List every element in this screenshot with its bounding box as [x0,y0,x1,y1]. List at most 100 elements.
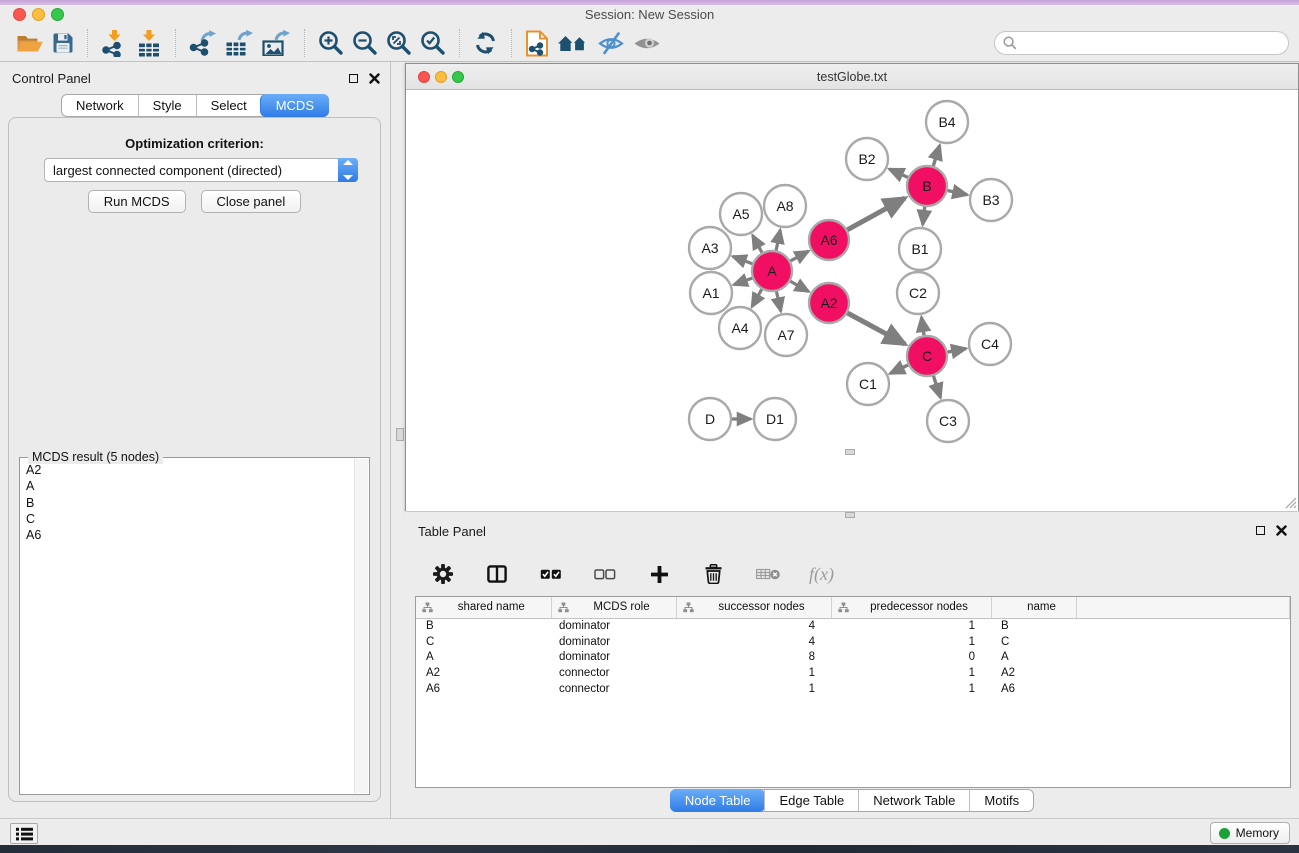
run-mcds-button[interactable]: Run MCDS [88,190,186,213]
tab-style[interactable]: Style [138,95,196,116]
tab-network[interactable]: Network [62,95,138,116]
tab-select[interactable]: Select [196,95,261,116]
graph-edge-A-A6[interactable] [790,251,808,261]
graph-node-D[interactable]: D [689,398,731,440]
delete-table-button[interactable] [752,557,785,591]
column-header[interactable]: shared name [416,597,551,618]
graph-node-A7[interactable]: A7 [765,314,807,356]
tab-mcds[interactable]: MCDS [260,94,329,117]
close-panel-button[interactable]: Close panel [201,190,302,213]
column-header[interactable]: predecessor nodes [831,597,991,618]
graph-edge-A-A3[interactable] [733,256,753,263]
memory-button[interactable]: Memory [1210,822,1290,844]
export-network-button[interactable] [185,26,221,60]
graph-node-A[interactable]: A [752,251,792,291]
graph-edge-C-C3[interactable] [933,376,940,398]
graph-node-B3[interactable]: B3 [970,179,1012,221]
graph-node-B4[interactable]: B4 [926,101,968,143]
graph-edge-A-A7[interactable] [776,292,780,312]
delete-column-button[interactable] [698,557,728,591]
task-history-button[interactable] [10,823,38,844]
graph-node-B[interactable]: B [907,166,947,206]
duplicate-network-button[interactable] [521,26,553,60]
first-neighbors-button[interactable] [553,26,593,60]
table-settings-button[interactable] [428,557,458,591]
list-item[interactable]: B [26,495,349,511]
graph-node-A8[interactable]: A8 [764,185,806,227]
zoom-fit-button[interactable] [382,26,416,60]
graph-edge-C-C1[interactable] [890,365,908,374]
graph-node-B2[interactable]: B2 [846,138,888,180]
graph-edge-B-B3[interactable] [948,190,968,194]
list-item[interactable]: A [26,478,349,494]
criterion-dropdown[interactable]: largest connected component (directed) [44,158,358,182]
column-header[interactable]: name [991,597,1076,618]
tab-network-table[interactable]: Network Table [858,790,969,811]
graph-edge-A-A5[interactable] [753,235,762,252]
import-table-button[interactable] [132,26,166,60]
tab-edge-table[interactable]: Edge Table [764,790,858,811]
close-table-panel-icon[interactable] [1276,525,1287,536]
table-row[interactable]: A6connector11A6 [416,681,1290,697]
deselect-all-columns-button[interactable] [590,557,620,591]
graph-edge-A-A2[interactable] [790,281,808,291]
table-row[interactable]: Bdominator41B [416,618,1290,634]
graph-node-B1[interactable]: B1 [899,228,941,270]
graph-edge-A-A4[interactable] [752,289,762,307]
create-column-button[interactable] [644,557,674,591]
open-session-button[interactable] [12,26,48,60]
save-session-button[interactable] [48,26,78,60]
zoom-in-button[interactable] [314,26,348,60]
table-row[interactable]: Adominator80A [416,650,1290,666]
column-header[interactable]: MCDS role [551,597,676,618]
float-panel-icon[interactable] [349,74,358,83]
function-builder-button[interactable]: f(x) [809,564,834,585]
close-panel-icon[interactable] [369,73,380,84]
zoom-out-button[interactable] [348,26,382,60]
list-item[interactable]: C [26,511,349,527]
graph-node-A1[interactable]: A1 [690,272,732,314]
resize-grip-icon[interactable] [1283,495,1297,509]
graph-edge-A-A8[interactable] [776,230,780,251]
graph-edge-A6-B[interactable] [847,198,905,230]
table-row[interactable]: Cdominator41C [416,634,1290,650]
graph-node-A3[interactable]: A3 [689,227,731,269]
network-graph[interactable]: B4 B2 B B3 B1 A5A8A6 A3 A A1 A2 C2 A4A7 C4 C C1 C3 D D1 [406,91,1298,511]
float-table-panel-icon[interactable] [1256,526,1265,535]
show-all-button[interactable] [629,26,665,60]
graph-edge-A2-C[interactable] [847,313,905,344]
scrollbar-track[interactable] [354,459,368,793]
graph-edge-C-C4[interactable] [948,349,966,353]
graph-edge-B-B4[interactable] [933,145,939,166]
graph-node-D1[interactable]: D1 [754,398,796,440]
graph-edge-C-C2[interactable] [921,317,924,335]
graph-edge-A-A1[interactable] [734,278,752,285]
list-item[interactable]: A2 [26,462,349,478]
split-view-button[interactable] [482,557,512,591]
graph-node-C1[interactable]: C1 [847,363,889,405]
column-header[interactable]: successor nodes [676,597,831,618]
graph-node-C3[interactable]: C3 [927,400,969,442]
splitter-grip-horizontal[interactable] [845,512,855,518]
graph-edge-B-B2[interactable] [889,169,908,177]
graph-edge-B-B1[interactable] [923,207,925,225]
tab-node-table[interactable]: Node Table [670,789,766,812]
graph-node-A6[interactable]: A6 [809,220,849,260]
graph-node-A2[interactable]: A2 [809,283,849,323]
select-all-columns-button[interactable] [536,557,566,591]
graph-node-C2[interactable]: C2 [897,272,939,314]
network-canvas[interactable]: B4 B2 B B3 B1 A5A8A6 A3 A A1 A2 C2 A4A7 C4 C C1 C3 D D1 [406,91,1298,511]
import-network-button[interactable] [97,26,132,60]
list-item[interactable]: A6 [26,527,349,543]
graph-node-A4[interactable]: A4 [719,307,761,349]
export-image-button[interactable] [258,26,295,60]
refresh-layout-button[interactable] [469,26,502,60]
table-row[interactable]: A2connector11A2 [416,665,1290,681]
zoom-selected-button[interactable] [416,26,450,60]
export-table-button[interactable] [221,26,258,60]
graph-node-A5[interactable]: A5 [720,193,762,235]
tab-motifs[interactable]: Motifs [969,790,1033,811]
search-input[interactable] [994,31,1289,55]
graph-node-C[interactable]: C [907,336,947,376]
graph-node-C4[interactable]: C4 [969,323,1011,365]
